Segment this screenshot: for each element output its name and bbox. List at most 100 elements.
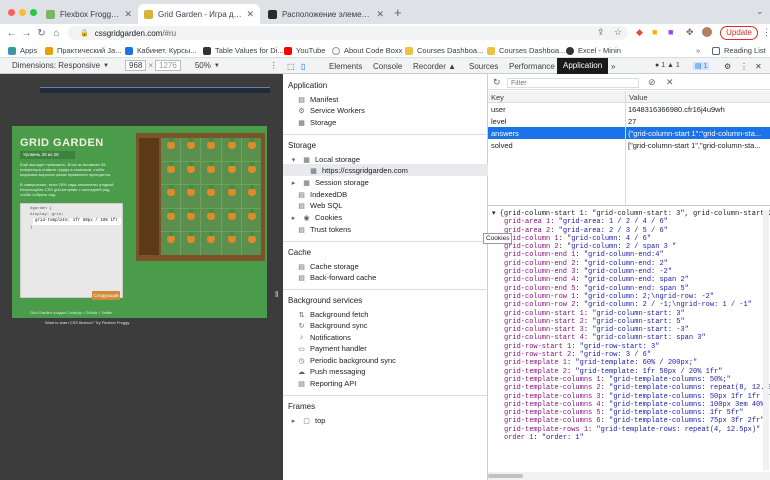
info-badge[interactable]: ▤ 1 (693, 62, 710, 70)
sidebar-item-reporting-api[interactable]: ▤ Reporting API (297, 379, 356, 388)
filter-input[interactable] (507, 78, 639, 88)
media-query-bar[interactable] (40, 87, 270, 93)
tab-grid-garden[interactable]: Grid Garden - Игра для изуче... ✕ (138, 4, 260, 24)
zoom-select[interactable]: 50% (195, 61, 211, 70)
json-value: "grid-column-start: 3" (592, 309, 685, 318)
extension-icon[interactable]: ■ (652, 27, 657, 37)
json-key: order 1 (504, 434, 534, 443)
tab-recorder[interactable]: Recorder ▲ (413, 62, 456, 71)
update-button[interactable]: Update (720, 26, 758, 40)
bookmark-item[interactable]: Кабинет. Курсы... (125, 46, 196, 55)
table-row[interactable]: user 1648316366980.cfr16j4u9wh (488, 103, 770, 115)
menu-icon[interactable]: ⋮ (762, 27, 770, 38)
json-key: grid-row-start 2 (504, 351, 572, 360)
tab-console[interactable]: Console (373, 62, 402, 71)
sidebar-item-service-workers[interactable]: ⚙ Service Workers (297, 106, 365, 115)
settings-icon[interactable]: ⚙ (724, 62, 731, 71)
sidebar-item-local-storage[interactable]: ▾ ▦ Local storage (289, 155, 360, 164)
json-entry: grid-template-columns 1: "grid-template-… (504, 375, 731, 384)
reading-list[interactable]: Reading List (712, 46, 766, 55)
next-button[interactable]: Следующий (92, 291, 120, 300)
delete-selected-icon[interactable]: ✕ (666, 77, 674, 88)
sidebar-item-label: Trust tokens (310, 225, 351, 234)
sidebar-item-top-frame[interactable]: ▸ ▢ top (289, 416, 326, 425)
bookmark-item[interactable]: YouTube (284, 46, 325, 55)
answer-input[interactable]: grid-template: 1fr 50px / 10% 1fr (33, 218, 121, 225)
sidebar-item-indexeddb[interactable]: ▤ IndexedDB (297, 190, 347, 199)
device-toggle-icon[interactable]: ▯ (301, 62, 305, 71)
more-options-icon[interactable]: ⋮ (740, 62, 748, 71)
sidebar-item-payment-handler[interactable]: ▭ Payment handler (297, 344, 367, 353)
address-bar[interactable]: 🔒 cssgridgarden.com/#ru (68, 26, 628, 40)
tab-search-icon[interactable]: ⌄ (756, 6, 764, 17)
sidebar-item-push-messaging[interactable]: ☁ Push messaging (297, 367, 365, 376)
extension-icon[interactable]: ■ (668, 27, 673, 37)
sidebar-item-trust-tokens[interactable]: ▤ Trust tokens (297, 225, 351, 234)
table-row[interactable]: level 27 (488, 115, 770, 127)
new-tab-icon[interactable]: + (394, 5, 402, 20)
column-header-key[interactable]: Key (491, 93, 504, 102)
sidebar-item-notifications[interactable]: ♪ Notifications (297, 333, 351, 342)
back-icon[interactable]: ← (4, 28, 19, 39)
bookmark-item[interactable]: About Code Boxx (332, 46, 402, 55)
carrot-icon (161, 232, 181, 255)
sidebar-item-cookies[interactable]: ▸ ◉ Cookies (289, 213, 342, 222)
home-icon[interactable]: ⌂ (49, 28, 64, 39)
json-root[interactable]: ▾ {grid-column-start 1: "grid-column-sta… (492, 210, 770, 218)
inspect-icon[interactable]: ⬚ (287, 62, 295, 71)
column-header-value[interactable]: Value (629, 93, 648, 102)
bookmark-item[interactable]: Excel - Minin (566, 46, 621, 55)
clear-all-icon[interactable]: ⊘ (648, 77, 656, 88)
sidebar-item-local-origin[interactable]: ▦ https://cssgridgarden.com (309, 166, 408, 175)
game-footer-link[interactable]: Want to learn CSS flexbox? Try Flexbox F… (45, 320, 129, 325)
close-icon[interactable]: ✕ (376, 9, 384, 20)
resize-handle[interactable]: ‖ (275, 290, 278, 299)
carrot-icon (221, 138, 241, 161)
tab-performance[interactable]: Performance (509, 62, 555, 71)
avatar[interactable] (702, 27, 712, 37)
star-icon[interactable]: ☆ (614, 27, 622, 38)
tab-layout-article[interactable]: Расположение элементов по... ✕ (262, 4, 390, 24)
bookmark-item[interactable]: Table Values for Di... (203, 46, 284, 55)
forward-icon[interactable]: → (19, 28, 34, 39)
more-bookmarks-icon[interactable]: » (696, 46, 700, 55)
more-options-icon[interactable]: ⋮ (270, 61, 278, 70)
close-icon[interactable]: ✕ (246, 9, 254, 20)
bookmark-item[interactable]: Courses Dashboa... (405, 46, 483, 55)
sidebar-item-web-sql[interactable]: ▤ Web SQL (297, 201, 342, 210)
tab-flexbox-froggy[interactable]: Flexbox Froggy - Игра для изу... ✕ (8, 4, 138, 24)
tab-application[interactable]: Application (557, 58, 609, 74)
sidebar-item-session-storage[interactable]: ▸ ▦ Session storage (289, 178, 369, 187)
table-row-selected[interactable]: answers {"grid-column-start 1":"grid-colu… (488, 127, 770, 139)
vertical-scrollbar[interactable] (763, 210, 769, 470)
sidebar-item-background-sync[interactable]: ↻ Background sync (297, 321, 368, 330)
extension-icon[interactable]: ◆ (636, 27, 643, 38)
width-input[interactable]: 968 (125, 60, 147, 71)
sidebar-item-storage[interactable]: ▦ Storage (297, 118, 336, 127)
bookmark-apps[interactable]: Apps (8, 46, 37, 55)
column-divider[interactable] (625, 91, 626, 206)
dimensions-select[interactable]: Dimensions: Responsive (12, 61, 100, 70)
reload-icon[interactable]: ↻ (34, 28, 49, 39)
sidebar-item-cache-storage[interactable]: ▤ Cache storage (297, 262, 359, 271)
bookmark-item[interactable]: Courses Dashboa... (487, 46, 565, 55)
tab-sources[interactable]: Sources (469, 62, 498, 71)
sidebar-item-back-forward-cache[interactable]: ▤ Back-forward cache (297, 273, 376, 282)
sidebar-item-periodic-sync[interactable]: ◷ Periodic background sync (297, 356, 395, 365)
horizontal-scrollbar[interactable] (488, 472, 770, 480)
sidebar-item-background-fetch[interactable]: ⇅ Background fetch (297, 310, 369, 319)
puzzle-icon[interactable]: ✥ (686, 27, 694, 38)
tab-elements[interactable]: Elements (329, 62, 362, 71)
more-tabs-icon[interactable]: » (611, 62, 615, 71)
level-selector[interactable]: Уровень 28 из 28 (20, 151, 75, 159)
scrollbar-thumb[interactable] (488, 474, 523, 478)
error-badge[interactable]: ● 1 ▲ 1 (655, 62, 680, 69)
grid-icon: ▦ (303, 156, 310, 164)
sidebar-item-manifest[interactable]: ▤ Manifest (297, 95, 338, 104)
bookmark-item[interactable]: Практический Ja... (45, 46, 121, 55)
refresh-icon[interactable]: ↻ (493, 77, 501, 88)
close-icon[interactable]: ✕ (755, 62, 762, 71)
close-icon[interactable]: ✕ (124, 9, 132, 20)
share-icon[interactable]: ⇪ (597, 27, 605, 38)
height-input[interactable]: 1276 (155, 60, 181, 71)
